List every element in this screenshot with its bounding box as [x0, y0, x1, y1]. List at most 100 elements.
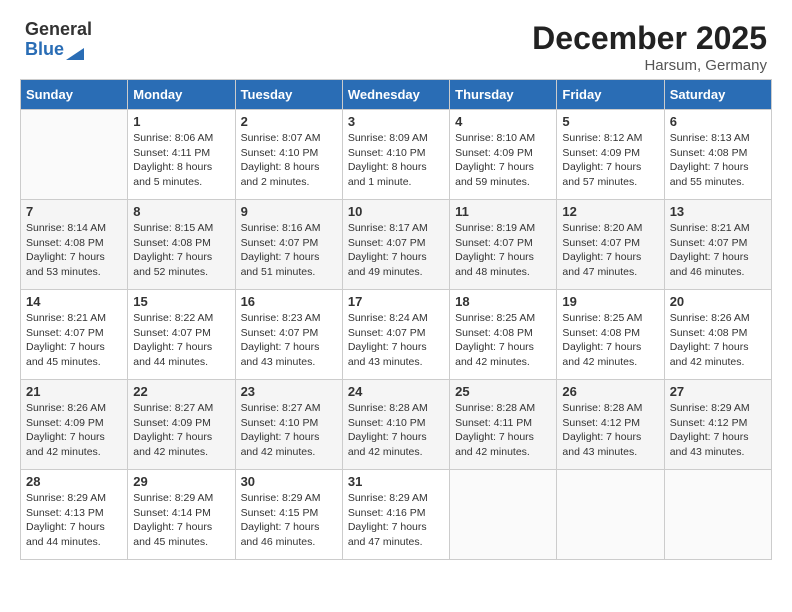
day-info: Sunrise: 8:20 AMSunset: 4:07 PMDaylight:…: [562, 221, 658, 280]
day-number: 1: [133, 114, 229, 129]
day-number: 10: [348, 204, 444, 219]
day-number: 29: [133, 474, 229, 489]
calendar-week-5: 28Sunrise: 8:29 AMSunset: 4:13 PMDayligh…: [21, 470, 772, 560]
calendar-cell: 26Sunrise: 8:28 AMSunset: 4:12 PMDayligh…: [557, 380, 664, 470]
day-number: 11: [455, 204, 551, 219]
header-thursday: Thursday: [450, 80, 557, 110]
day-info: Sunrise: 8:23 AMSunset: 4:07 PMDaylight:…: [241, 311, 337, 370]
day-number: 23: [241, 384, 337, 399]
day-info: Sunrise: 8:10 AMSunset: 4:09 PMDaylight:…: [455, 131, 551, 190]
calendar-cell: 2 Sunrise: 8:07 AMSunset: 4:10 PMDaylight…: [235, 110, 342, 200]
calendar-cell: 20 Sunrise: 8:26 AMSunset: 4:08 PMDayligh…: [664, 290, 771, 380]
day-number: 8: [133, 204, 229, 219]
day-number: 20: [670, 294, 766, 309]
calendar-cell: 22 Sunrise: 8:27 AMSunset: 4:09 PMDayligh…: [128, 380, 235, 470]
day-number: 6: [670, 114, 766, 129]
day-info: Sunrise: 8:29 AMSunset: 4:13 PMDaylight:…: [26, 491, 122, 550]
calendar-location: Harsum, Germany: [532, 57, 767, 74]
header-saturday: Saturday: [664, 80, 771, 110]
day-info: Sunrise: 8:25 AMSunset: 4:08 PMDaylight:…: [562, 311, 658, 370]
day-info: Sunrise: 8:29 AMSunset: 4:12 PMDaylight:…: [670, 401, 766, 460]
calendar-week-4: 21 Sunrise: 8:26 AMSunset: 4:09 PMDayligh…: [21, 380, 772, 470]
calendar-cell: 17Sunrise: 8:24 AMSunset: 4:07 PMDayligh…: [342, 290, 449, 380]
header-friday: Friday: [557, 80, 664, 110]
day-number: 22: [133, 384, 229, 399]
header-sunday: Sunday: [21, 80, 128, 110]
day-number: 30: [241, 474, 337, 489]
calendar-cell: 10 Sunrise: 8:17 AMSunset: 4:07 PMDayligh…: [342, 200, 449, 290]
calendar-cell: 23 Sunrise: 8:27 AMSunset: 4:10 PMDayligh…: [235, 380, 342, 470]
day-number: 17: [348, 294, 444, 309]
day-info: Sunrise: 8:16 AMSunset: 4:07 PMDaylight:…: [241, 221, 337, 280]
logo: General Blue: [25, 20, 92, 60]
day-info: Sunrise: 8:29 AMSunset: 4:16 PMDaylight:…: [348, 491, 444, 550]
logo-general: General: [25, 20, 92, 40]
calendar-week-2: 7Sunrise: 8:14 AMSunset: 4:08 PMDaylight…: [21, 200, 772, 290]
calendar-cell: 30 Sunrise: 8:29 AMSunset: 4:15 PMDayligh…: [235, 470, 342, 560]
calendar-cell: 27Sunrise: 8:29 AMSunset: 4:12 PMDayligh…: [664, 380, 771, 470]
day-number: 21: [26, 384, 122, 399]
day-info: Sunrise: 8:28 AMSunset: 4:10 PMDaylight:…: [348, 401, 444, 460]
day-info: Sunrise: 8:21 AMSunset: 4:07 PMDaylight:…: [26, 311, 122, 370]
calendar-cell: 16Sunrise: 8:23 AMSunset: 4:07 PMDayligh…: [235, 290, 342, 380]
day-number: 9: [241, 204, 337, 219]
calendar-cell: 8 Sunrise: 8:15 AMSunset: 4:08 PMDaylight…: [128, 200, 235, 290]
calendar-cell: 31 Sunrise: 8:29 AMSunset: 4:16 PMDayligh…: [342, 470, 449, 560]
logo-triangle-icon: [66, 40, 84, 60]
calendar-title: December 2025: [532, 20, 767, 57]
day-info: Sunrise: 8:19 AMSunset: 4:07 PMDaylight:…: [455, 221, 551, 280]
day-number: 4: [455, 114, 551, 129]
day-number: 19: [562, 294, 658, 309]
calendar-cell: 9 Sunrise: 8:16 AMSunset: 4:07 PMDaylight…: [235, 200, 342, 290]
day-info: Sunrise: 8:29 AMSunset: 4:15 PMDaylight:…: [241, 491, 337, 550]
calendar-cell: 15Sunrise: 8:22 AMSunset: 4:07 PMDayligh…: [128, 290, 235, 380]
day-number: 18: [455, 294, 551, 309]
day-info: Sunrise: 8:21 AMSunset: 4:07 PMDaylight:…: [670, 221, 766, 280]
calendar-cell: 19 Sunrise: 8:25 AMSunset: 4:08 PMDayligh…: [557, 290, 664, 380]
calendar-cell: 13Sunrise: 8:21 AMSunset: 4:07 PMDayligh…: [664, 200, 771, 290]
day-number: 3: [348, 114, 444, 129]
day-number: 26: [562, 384, 658, 399]
calendar-cell: 6 Sunrise: 8:13 AMSunset: 4:08 PMDaylight…: [664, 110, 771, 200]
day-info: Sunrise: 8:26 AMSunset: 4:08 PMDaylight:…: [670, 311, 766, 370]
calendar-cell: 21 Sunrise: 8:26 AMSunset: 4:09 PMDayligh…: [21, 380, 128, 470]
calendar-cell: 11 Sunrise: 8:19 AMSunset: 4:07 PMDayligh…: [450, 200, 557, 290]
calendar-cell: 1 Sunrise: 8:06 AMSunset: 4:11 PMDaylight…: [128, 110, 235, 200]
day-number: 14: [26, 294, 122, 309]
day-number: 2: [241, 114, 337, 129]
header-tuesday: Tuesday: [235, 80, 342, 110]
day-info: Sunrise: 8:27 AMSunset: 4:09 PMDaylight:…: [133, 401, 229, 460]
calendar-cell: 25Sunrise: 8:28 AMSunset: 4:11 PMDayligh…: [450, 380, 557, 470]
day-info: Sunrise: 8:27 AMSunset: 4:10 PMDaylight:…: [241, 401, 337, 460]
title-block: December 2025 Harsum, Germany: [532, 20, 767, 74]
calendar-header-row: SundayMondayTuesdayWednesdayThursdayFrid…: [21, 80, 772, 110]
day-number: 31: [348, 474, 444, 489]
calendar-cell: 3 Sunrise: 8:09 AMSunset: 4:10 PMDaylight…: [342, 110, 449, 200]
day-info: Sunrise: 8:09 AMSunset: 4:10 PMDaylight:…: [348, 131, 444, 190]
day-info: Sunrise: 8:29 AMSunset: 4:14 PMDaylight:…: [133, 491, 229, 550]
day-info: Sunrise: 8:26 AMSunset: 4:09 PMDaylight:…: [26, 401, 122, 460]
day-info: Sunrise: 8:06 AMSunset: 4:11 PMDaylight:…: [133, 131, 229, 190]
day-info: Sunrise: 8:12 AMSunset: 4:09 PMDaylight:…: [562, 131, 658, 190]
day-info: Sunrise: 8:07 AMSunset: 4:10 PMDaylight:…: [241, 131, 337, 190]
calendar-cell: [664, 470, 771, 560]
calendar-week-1: 1 Sunrise: 8:06 AMSunset: 4:11 PMDaylight…: [21, 110, 772, 200]
calendar-cell: 4 Sunrise: 8:10 AMSunset: 4:09 PMDaylight…: [450, 110, 557, 200]
calendar-cell: 29 Sunrise: 8:29 AMSunset: 4:14 PMDayligh…: [128, 470, 235, 560]
day-info: Sunrise: 8:13 AMSunset: 4:08 PMDaylight:…: [670, 131, 766, 190]
day-number: 7: [26, 204, 122, 219]
calendar-week-3: 14 Sunrise: 8:21 AMSunset: 4:07 PMDayligh…: [21, 290, 772, 380]
calendar-cell: [21, 110, 128, 200]
day-number: 5: [562, 114, 658, 129]
calendar-table: SundayMondayTuesdayWednesdayThursdayFrid…: [20, 79, 772, 560]
header-wednesday: Wednesday: [342, 80, 449, 110]
day-number: 12: [562, 204, 658, 219]
day-number: 25: [455, 384, 551, 399]
day-info: Sunrise: 8:15 AMSunset: 4:08 PMDaylight:…: [133, 221, 229, 280]
calendar-cell: 5 Sunrise: 8:12 AMSunset: 4:09 PMDaylight…: [557, 110, 664, 200]
day-info: Sunrise: 8:17 AMSunset: 4:07 PMDaylight:…: [348, 221, 444, 280]
calendar-cell: [450, 470, 557, 560]
calendar-cell: 28Sunrise: 8:29 AMSunset: 4:13 PMDayligh…: [21, 470, 128, 560]
calendar-cell: 24Sunrise: 8:28 AMSunset: 4:10 PMDayligh…: [342, 380, 449, 470]
calendar-cell: 12 Sunrise: 8:20 AMSunset: 4:07 PMDayligh…: [557, 200, 664, 290]
